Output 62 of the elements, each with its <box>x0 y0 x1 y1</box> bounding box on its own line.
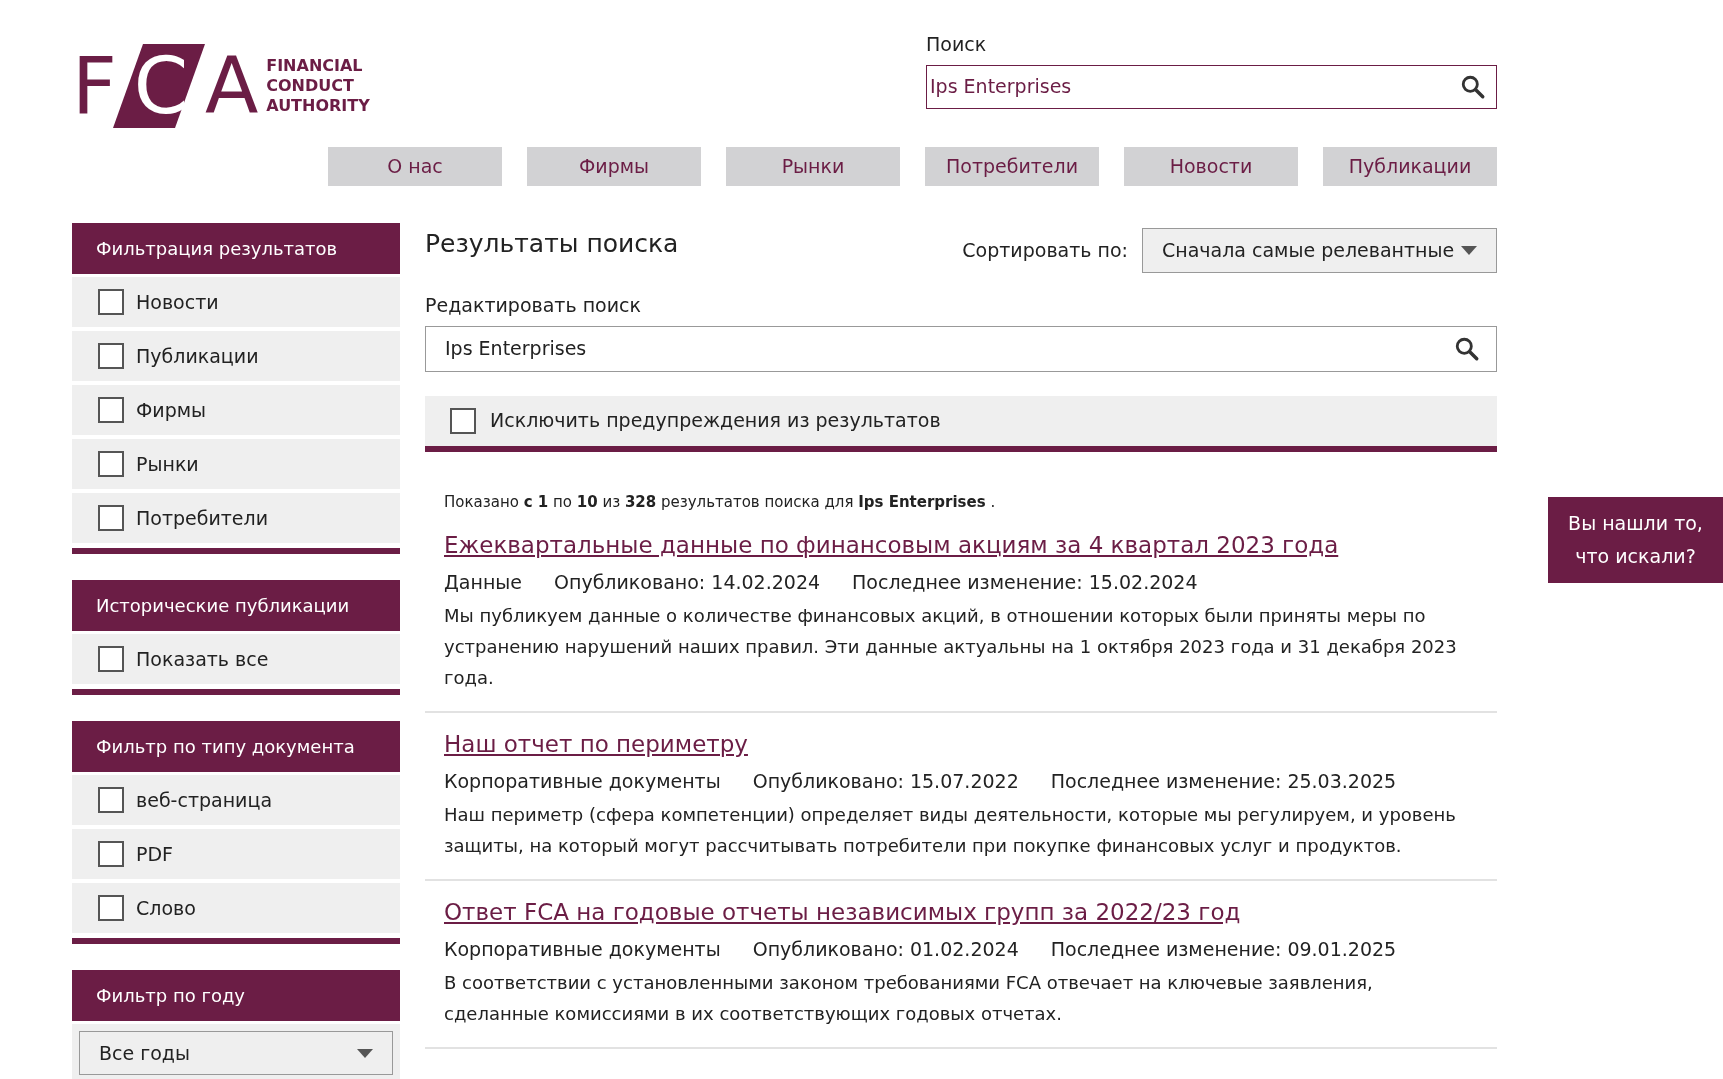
nav-tab[interactable]: Публикации <box>1323 147 1497 186</box>
result-description: Мы публикуем данные о количестве финансовых акций, в отношении которых были приняты меры по устранению нарушений наших правил. Эти данные актуальны на 1 октября 2023 года и 31 декабря 2023 года. <box>444 603 1458 690</box>
filter-heading: Фильтрация результатов <box>72 223 400 274</box>
caret-icon <box>357 1048 373 1058</box>
nav-tab[interactable]: Новости <box>1124 147 1298 186</box>
filter-heading: Фильтр по типу документа <box>72 721 400 772</box>
filter-option[interactable]: Показать все <box>72 634 400 684</box>
nav-tab[interactable]: О нас <box>328 147 502 186</box>
checkbox[interactable] <box>450 407 476 434</box>
filter-option[interactable]: PDF <box>72 829 400 879</box>
published-date: Опубликовано: 15.07.2022 <box>752 769 1019 794</box>
search-icon[interactable] <box>1454 335 1480 362</box>
exclude-warnings-option[interactable]: Исключить предупреждения из результатов <box>425 395 1497 452</box>
checkbox[interactable] <box>98 841 124 867</box>
checkbox[interactable] <box>98 343 124 369</box>
results-heading: Результаты поиска <box>425 228 679 260</box>
search-label: Поиск <box>926 32 988 57</box>
checkbox[interactable] <box>98 646 124 672</box>
results-summary: Показано с 1 по 10 из 328 результатов поиска для Ips Enterprises . <box>444 492 996 511</box>
edit-search-label: Редактировать поиск <box>425 293 642 318</box>
search-field[interactable]: Ips Enterprises <box>926 64 1497 109</box>
checkbox[interactable] <box>98 397 124 423</box>
result-description: Наш периметр (сфера компетенции) определяет виды деятельности, которые мы регулируем, и уровень защиты, на который могут рассчитывать потребители при покупке финансовых услуг и продуктов. <box>444 802 1457 858</box>
edit-search-field[interactable]: Ips Enterprises <box>425 325 1497 372</box>
filter-option[interactable]: Новости <box>72 277 400 327</box>
filter-option[interactable]: веб-страница <box>72 775 400 825</box>
result-link[interactable]: Ответ FCA на годовые отчеты независимых групп за 2022/23 год <box>444 894 1241 929</box>
nav-tab[interactable]: Рынки <box>726 147 900 186</box>
filter-option[interactable]: Потребители <box>72 493 400 543</box>
filter-option[interactable]: Публикации <box>72 331 400 381</box>
filter-option[interactable]: Фирмы <box>72 385 400 435</box>
modified-date: Последнее изменение: 25.03.2025 <box>1050 769 1397 794</box>
filter-heading: Фильтр по году <box>72 970 400 1021</box>
year-dropdown[interactable]: Все годы <box>79 1031 393 1075</box>
logo-text: CONDUCT <box>266 76 355 96</box>
result-type: Корпоративные документы <box>444 937 721 962</box>
result-description: В соответствии с установленными законом требованиями FCA отвечает на ключевые заявления, сделанные комиссиями в их соответствующих годовых отчетах. <box>444 970 1374 1026</box>
nav-tab[interactable]: Потребители <box>925 147 1099 186</box>
modified-date: Последнее изменение: 09.01.2025 <box>1050 937 1397 962</box>
modified-date: Последнее изменение: 15.02.2024 <box>852 570 1198 595</box>
checkbox[interactable] <box>98 289 124 315</box>
result-type: Данные <box>444 570 523 595</box>
sort-dropdown[interactable]: Сначала самые релевантные <box>1142 228 1497 273</box>
filter-heading: Исторические публикации <box>72 580 400 631</box>
result-link[interactable]: Ежеквартальные данные по финансовым акциям за 4 квартал 2023 года <box>444 527 1339 562</box>
published-date: Опубликовано: 14.02.2024 <box>554 570 821 595</box>
result-link[interactable]: Наш отчет по периметру <box>444 726 748 761</box>
result-type: Корпоративные документы <box>444 769 721 794</box>
checkbox[interactable] <box>98 451 124 477</box>
feedback-tab[interactable]: Вы нашли то, что искали? <box>1548 497 1723 583</box>
search-icon[interactable] <box>1460 73 1486 100</box>
published-date: Опубликовано: 01.02.2024 <box>752 937 1019 962</box>
filter-option[interactable]: Слово <box>72 883 400 933</box>
caret-icon <box>1461 246 1477 255</box>
filter-option[interactable]: Рынки <box>72 439 400 489</box>
logo-text: AUTHORITY <box>266 96 370 116</box>
checkbox[interactable] <box>98 895 124 921</box>
checkbox[interactable] <box>98 787 124 813</box>
logo-text: FINANCIAL <box>266 56 364 76</box>
nav-tab[interactable]: Фирмы <box>527 147 701 186</box>
sort-label: Сортировать по: <box>962 238 1128 264</box>
checkbox[interactable] <box>98 505 124 531</box>
